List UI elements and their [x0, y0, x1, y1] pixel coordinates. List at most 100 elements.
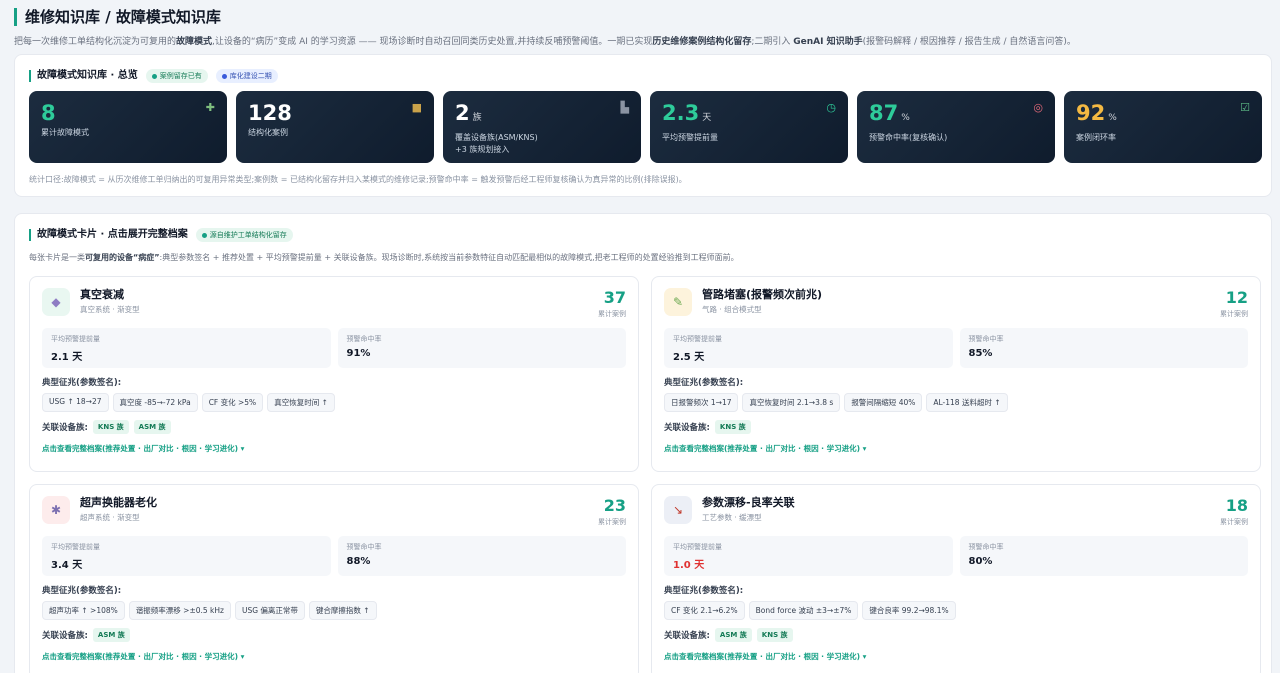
signature-chip: USG ↑ 18→27	[42, 393, 109, 412]
kpi-value: 2族	[455, 101, 629, 130]
kpi-unit: 天	[702, 113, 712, 123]
fault-cards-panel: 故障模式卡片 · 点击展开完整档案 源自维护工单结构化留存 每张卡片是一类可复用…	[14, 213, 1272, 673]
view-full-archive-link[interactable]: 点击查看完整档案(推荐处置 · 出厂对比 · 根因 · 学习进化) ▾	[664, 443, 1248, 454]
lead-time-label: 平均预警提前量	[51, 543, 100, 551]
kpi-label: 平均预警提前量	[662, 133, 718, 142]
fault-stats: 平均预警提前量 2.1 天 预警命中率 91%	[42, 328, 626, 368]
lead-time-label: 平均预警提前量	[673, 335, 722, 343]
kpi-label: 累计故障模式	[41, 128, 89, 137]
case-count-number: 12	[1225, 288, 1248, 307]
signature-chip: 真空恢复时间 ↑	[267, 393, 335, 412]
fault-card-header: ◆ 真空衰减 真空系统 · 渐变型	[42, 287, 626, 316]
case-count-number: 37	[603, 288, 626, 307]
view-full-archive-link[interactable]: 点击查看完整档案(推荐处置 · 出厂对比 · 根因 · 学习进化) ▾	[42, 651, 626, 662]
kpi-value: 128	[248, 101, 422, 125]
lead-time-stat: 平均预警提前量 2.5 天	[664, 328, 953, 368]
kpi-card: 92% 案例闭环率 ☑	[1064, 91, 1262, 163]
half-circle-icon	[221, 73, 227, 79]
signature-chips: CF 变化 2.1→6.2% Bond force 波动 ±3→±7% 键合良率 9…	[664, 601, 1248, 620]
view-full-archive-link[interactable]: 点击查看完整档案(推荐处置 · 出厂对比 · 根因 · 学习进化) ▾	[42, 443, 626, 454]
target-icon: ◎	[1033, 101, 1043, 114]
hit-rate-value: 91%	[346, 348, 371, 359]
fault-card-header: ✱ 超声换能器老化 超声系统 · 渐变型	[42, 495, 626, 524]
signature-chip: AL-118 送料超时 ↑	[926, 393, 1008, 412]
folder-icon: ■	[411, 101, 422, 114]
hit-rate-value: 80%	[968, 556, 993, 567]
puzzle-icon: ✚	[205, 101, 215, 114]
fault-stats: 平均预警提前量 2.5 天 预警命中率 85%	[664, 328, 1248, 368]
kpi-number: 92	[1076, 101, 1106, 125]
status-dot-icon	[151, 73, 157, 79]
kpi-label: 案例闭环率	[1076, 133, 1116, 142]
equipment-family-chip: ASM 族	[92, 628, 130, 642]
view-full-archive-link[interactable]: 点击查看完整档案(推荐处置 · 出厂对比 · 根因 · 学习进化) ▾	[664, 651, 1248, 662]
signature-label: 典型征兆(参数签名):	[42, 586, 122, 596]
status-dot-icon	[201, 232, 207, 238]
lead-time-stat: 平均预警提前量 1.0 天	[664, 536, 953, 576]
hit-rate-stat: 预警命中率 80%	[959, 536, 1248, 576]
hit-rate-stat: 预警命中率 91%	[337, 328, 626, 368]
overview-title: 故障模式知识库 · 总览	[29, 70, 138, 82]
equipment-family-row: 关联设备族: ASM 族	[42, 628, 626, 642]
lead-time-value: 2.5 天	[673, 352, 705, 363]
kpi-unit: 族	[472, 113, 482, 123]
fault-mode-meta: 真空系统 · 渐变型	[80, 305, 140, 314]
chart-down-icon: ↘	[664, 496, 692, 524]
fault-mode-meta: 工艺参数 · 缓漂型	[702, 513, 762, 522]
signature-label: 典型征兆(参数签名):	[664, 586, 744, 596]
source-tag: 源自维护工单结构化留存	[195, 228, 293, 242]
fault-mode-meta: 气路 · 组合模式型	[702, 305, 762, 314]
kpi-value: 2.3 天	[662, 101, 836, 130]
lead-time-stat: 平均预警提前量 3.4 天	[42, 536, 331, 576]
signature-chip: 真空恢复时间 2.1→3.8 s	[742, 393, 841, 412]
cards-title: 故障模式卡片 · 点击展开完整档案	[29, 229, 188, 241]
equipment-family-label: 关联设备族:	[664, 631, 710, 641]
signature-chip: 键合摩擦指数 ↑	[308, 601, 377, 620]
signature-chip: USG 偏离正常带	[234, 601, 305, 620]
kpi-number: 87	[869, 101, 899, 125]
syringe-icon: ✎	[664, 288, 692, 316]
fault-mode-card[interactable]: ✎ 管路堵塞(报警频次前兆) 气路 · 组合模式型 12 累计案例 平均预警提前量 2.5 …	[651, 276, 1261, 472]
kpi-number: 2.3	[662, 101, 700, 125]
overview-header: 故障模式知识库 · 总览 案例留存已有 库化建设二期	[29, 69, 278, 83]
hit-rate-stat: 预警命中率 88%	[337, 536, 626, 576]
kpi-unit: %	[1108, 113, 1117, 123]
equipment-family-chip: KNS 族	[92, 420, 129, 434]
microscope-icon: ✱	[42, 496, 70, 524]
kpi-card: 128 结构化案例 ■	[236, 91, 434, 163]
fault-card-header: ✎ 管路堵塞(报警频次前兆) 气路 · 组合模式型	[664, 287, 1248, 316]
fault-mode-card[interactable]: ✱ 超声换能器老化 超声系统 · 渐变型 23 累计案例平均预警提前量 3.4 天 预警命中…	[29, 484, 639, 673]
lead-time-value: 2.1 天	[51, 352, 83, 363]
fault-mode-card[interactable]: ↘ 参数漂移-良率关联 工艺参数 · 缓漂型 18 累计案例 平均预警提前量 1.0 天 预警…	[651, 484, 1261, 673]
kpi-sub: +3 族规划接入	[455, 145, 510, 154]
signature-label: 典型征兆(参数签名):	[42, 378, 122, 388]
kpi-unit: %	[901, 113, 910, 123]
case-count-label: 累计案例	[1220, 518, 1248, 526]
signature-chip: 谐振频率漂移 >±0.5 kHz	[128, 601, 231, 620]
equipment-family-row: 关联设备族: ASM 族 KNS 族	[664, 628, 1248, 642]
kpi-card: 2.3 天平均预警提前量 ◷	[650, 91, 848, 163]
hit-rate-value: 85%	[968, 348, 993, 359]
equipment-family-label: 关联设备族:	[42, 631, 88, 641]
hit-rate-value: 88%	[346, 556, 371, 567]
kpi-card: 8 累计故障模式 ✚	[29, 91, 227, 163]
signature-chips: 超声功率 ↑ >108% 谐振频率漂移 >±0.5 kHz USG 偏离正常带 键合摩…	[42, 601, 626, 620]
lead-time-label: 平均预警提前量	[51, 335, 100, 343]
equipment-family-label: 关联设备族:	[42, 423, 88, 433]
factory-icon: ▙	[620, 101, 629, 114]
fault-stats: 平均预警提前量 1.0 天 预警命中率 80%	[664, 536, 1248, 576]
case-count: 23 累计案例	[598, 497, 626, 527]
fault-card-titles: 参数漂移-良率关联 工艺参数 · 缓漂型	[702, 495, 795, 523]
fault-mode-name: 管路堵塞(报警频次前兆)	[702, 288, 823, 301]
signature-chip: 日报警频次 1→17	[664, 393, 739, 412]
statistics-note: 统计口径:故障模式 = 从历次维修工单归纳出的可复用异常类型;案例数 = 已结构…	[29, 175, 687, 184]
hit-rate-label: 预警命中率	[346, 335, 382, 343]
fault-mode-card[interactable]: ◆ 真空衰减 真空系统 · 渐变型 37 累计案例 平均预警提前量 2.1 天 预警命中率 91…	[29, 276, 639, 472]
case-retained-tag: 案例留存已有	[145, 69, 208, 83]
kpi-value: 8	[41, 101, 215, 125]
kpi-label: 结构化案例	[248, 128, 288, 137]
page-description: 把每一次维修工单结构化沉淀为可复用的故障模式,让设备的“病历”变成 AI 的学习…	[14, 37, 1076, 47]
kpi-value: 87%	[869, 101, 1043, 130]
kpi-card: 2 族覆盖设备族(ASM/KNS) +3 族规划接入 ▙	[443, 91, 641, 163]
case-count-number: 23	[603, 496, 626, 515]
